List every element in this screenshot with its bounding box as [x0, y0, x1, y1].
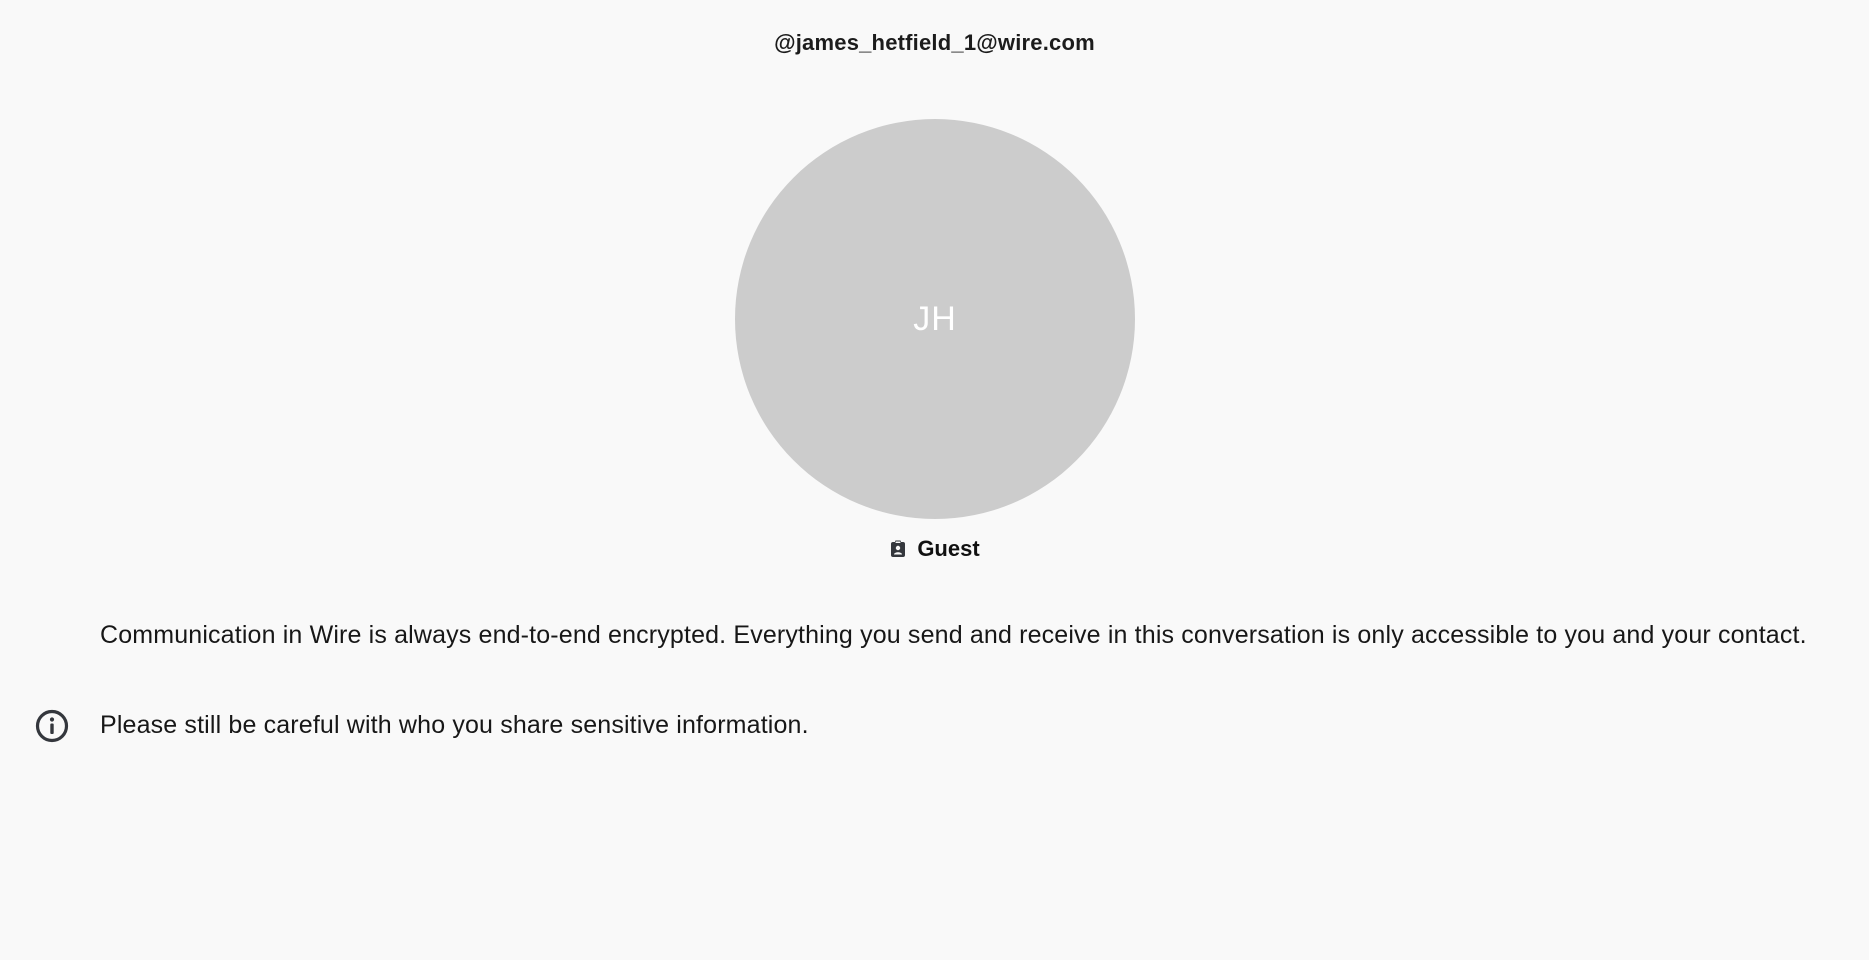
info-icon: [35, 709, 69, 743]
avatar-initials: JH: [913, 299, 957, 338]
user-handle: @james_hetfield_1@wire.com: [774, 30, 1095, 55]
encryption-notice: Communication in Wire is always end-to-e…: [100, 621, 1807, 649]
avatar: JH: [735, 119, 1135, 519]
careful-notice: Please still be careful with who you sha…: [100, 711, 809, 739]
guest-badge-icon: [889, 539, 907, 559]
guest-label: Guest: [917, 536, 980, 561]
guest-badge: Guest: [0, 536, 1869, 562]
